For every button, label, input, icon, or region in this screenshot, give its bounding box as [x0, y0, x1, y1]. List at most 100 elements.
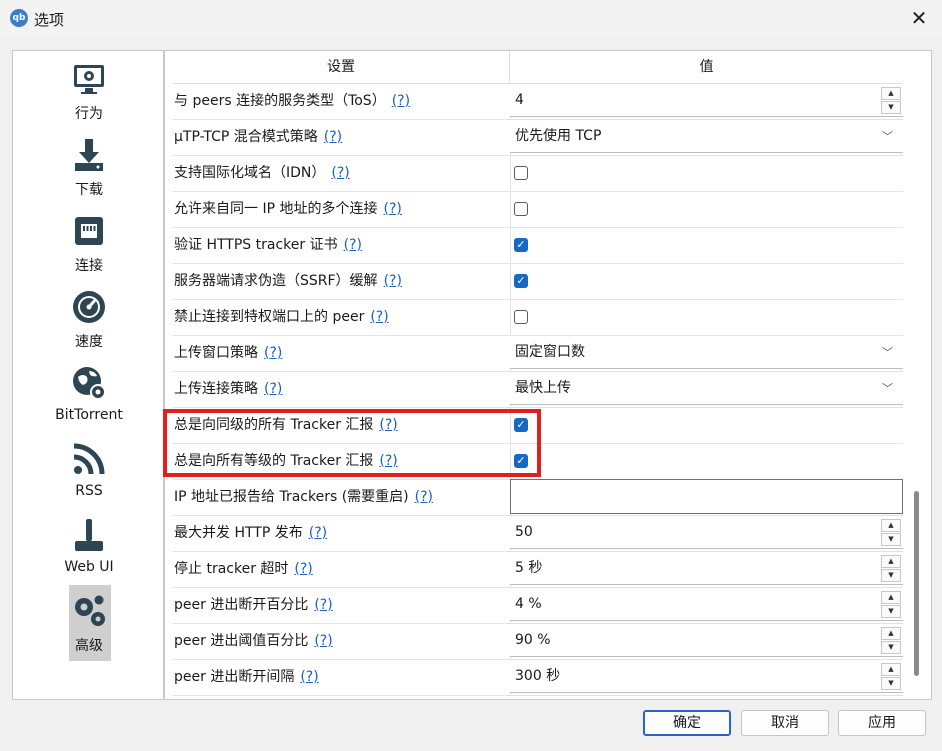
spin-up-icon[interactable]: ▲ — [881, 663, 901, 676]
dropdown-select[interactable]: 固定窗口数 ﹀ — [510, 336, 903, 369]
table-row: μTP-TCP 混合模式策略 (?) 优先使用 TCP ﹀ — [173, 119, 903, 156]
help-link[interactable]: (?) — [383, 201, 401, 217]
sidebar-item-4[interactable]: BitTorrent — [13, 363, 165, 437]
setting-label: peer 进出断开百分比 — [174, 597, 309, 613]
ok-button[interactable]: 确定 — [643, 710, 731, 736]
spin-up-icon[interactable]: ▲ — [881, 87, 901, 100]
spin-up-icon[interactable]: ▲ — [881, 555, 901, 568]
setting-name-cell: peer 进出阈值百分比 (?) — [173, 623, 511, 659]
checkbox[interactable]: ✓ — [514, 238, 528, 252]
setting-name-cell: 停止 tracker 超时 (?) — [173, 551, 511, 587]
sidebar-item-3[interactable]: 速度 — [13, 287, 165, 361]
setting-label: 上传连接策略 — [174, 381, 258, 397]
checkbox[interactable] — [514, 166, 528, 180]
help-link[interactable]: (?) — [264, 381, 282, 397]
spinbox-arrows: ▲ ▼ — [881, 663, 901, 690]
spin-down-icon[interactable]: ▼ — [881, 533, 901, 546]
table-row: 服务器端请求伪造（SSRF）缓解 (?) ✓ — [173, 263, 903, 300]
setting-label: 上传窗口策略 — [174, 345, 258, 361]
setting-value-cell: ✓ — [510, 407, 903, 443]
spin-down-icon[interactable]: ▼ — [881, 605, 901, 618]
setting-label: 验证 HTTPS tracker 证书 — [174, 237, 338, 253]
dropdown-select[interactable]: 最快上传 ﹀ — [510, 372, 903, 405]
number-spinbox[interactable]: 4 ▲ ▼ — [510, 84, 903, 117]
download-icon — [69, 135, 109, 175]
spin-down-icon[interactable]: ▼ — [881, 101, 901, 114]
close-button[interactable]: ✕ — [908, 7, 930, 29]
checkbox[interactable]: ✓ — [514, 274, 528, 288]
checkbox[interactable] — [514, 310, 528, 324]
qbittorrent-logo-icon: qb — [10, 9, 28, 27]
vertical-scrollbar[interactable] — [907, 51, 925, 699]
sidebar-item-label: 连接 — [75, 258, 103, 274]
setting-name-cell: 禁止连接到特权端口上的 peer (?) — [173, 299, 511, 335]
table-row: 与 peers 连接的服务类型（ToS） (?) 4 ▲ ▼ — [173, 83, 903, 120]
setting-name-cell: 上传连接策略 (?) — [173, 371, 511, 407]
help-link[interactable]: (?) — [314, 597, 332, 613]
number-spinbox[interactable]: 300 秒 ▲ ▼ — [510, 660, 903, 693]
table-row: 允许来自同一 IP 地址的多个连接 (?) — [173, 191, 903, 228]
table-row: 支持国际化域名（IDN） (?) — [173, 155, 903, 192]
setting-name-cell: peer 进出断开百分比 (?) — [173, 587, 511, 623]
help-link[interactable]: (?) — [392, 93, 410, 109]
checkbox[interactable] — [514, 202, 528, 216]
setting-name-cell: 上传窗口策略 (?) — [173, 335, 511, 371]
spin-up-icon[interactable]: ▲ — [881, 627, 901, 640]
help-link[interactable]: (?) — [344, 237, 362, 253]
monitor-gear-icon — [69, 59, 109, 99]
setting-name-cell: 支持国际化域名（IDN） (?) — [173, 155, 511, 191]
help-link[interactable]: (?) — [294, 561, 312, 577]
ip-address-input[interactable] — [510, 479, 903, 514]
setting-name-cell: 服务器端请求伪造（SSRF）缓解 (?) — [173, 263, 511, 299]
spin-down-icon[interactable]: ▼ — [881, 677, 901, 690]
help-link[interactable]: (?) — [309, 525, 327, 541]
setting-value-cell: ✓ — [510, 227, 903, 263]
setting-name-cell: 与 peers 连接的服务类型（ToS） (?) — [173, 83, 511, 119]
table-row: IP 地址已报告给 Trackers (需要重启) (?) — [173, 479, 903, 516]
options-sidebar: 行为下载连接速度 BitTorrent RSS Web UI 高级 — [12, 50, 164, 700]
scrollbar-thumb[interactable] — [914, 491, 919, 676]
table-row: 上传窗口策略 (?) 固定窗口数 ﹀ — [173, 335, 903, 372]
setting-value-cell: 4 ▲ ▼ — [510, 83, 903, 119]
dropdown-select[interactable]: 优先使用 TCP ﹀ — [510, 120, 903, 153]
sidebar-item-2[interactable]: 连接 — [13, 211, 165, 285]
rss-icon — [69, 439, 109, 479]
setting-name-cell: 验证 HTTPS tracker 证书 (?) — [173, 227, 511, 263]
spinbox-arrows: ▲ ▼ — [881, 555, 901, 582]
spinbox-value: 50 — [515, 524, 533, 540]
column-header-value[interactable]: 值 — [510, 51, 903, 83]
spinbox-arrows: ▲ ▼ — [881, 519, 901, 546]
spin-up-icon[interactable]: ▲ — [881, 519, 901, 532]
cancel-button[interactable]: 取消 — [741, 710, 829, 736]
number-spinbox[interactable]: 4 % ▲ ▼ — [510, 588, 903, 621]
help-link[interactable]: (?) — [370, 309, 388, 325]
help-link[interactable]: (?) — [300, 669, 318, 685]
number-spinbox[interactable]: 90 % ▲ ▼ — [510, 624, 903, 657]
spinbox-value: 4 % — [515, 596, 542, 612]
apply-button[interactable]: 应用 — [838, 710, 926, 736]
sidebar-item-7[interactable]: 高级 — [13, 585, 165, 665]
help-link[interactable]: (?) — [314, 633, 332, 649]
setting-value-cell: 4 % ▲ ▼ — [510, 587, 903, 623]
help-link[interactable]: (?) — [264, 345, 282, 361]
column-header-setting[interactable]: 设置 — [173, 51, 510, 83]
spin-down-icon[interactable]: ▼ — [881, 569, 901, 582]
dropdown-value: 固定窗口数 — [515, 344, 585, 360]
spin-down-icon[interactable]: ▼ — [881, 641, 901, 654]
help-link[interactable]: (?) — [384, 273, 402, 289]
title-bar: qb 选项 ✕ — [0, 0, 942, 38]
help-link[interactable]: (?) — [331, 165, 349, 181]
sidebar-item-5[interactable]: RSS — [13, 439, 165, 513]
number-spinbox[interactable]: 5 秒 ▲ ▼ — [510, 552, 903, 585]
sidebar-item-6[interactable]: Web UI — [13, 515, 165, 589]
sidebar-item-1[interactable]: 下载 — [13, 135, 165, 209]
spin-up-icon[interactable]: ▲ — [881, 591, 901, 604]
sidebar-item-0[interactable]: 行为 — [13, 59, 165, 133]
spinbox-arrows: ▲ ▼ — [881, 591, 901, 618]
help-link[interactable]: (?) — [415, 489, 433, 505]
sidebar-item-label: 行为 — [75, 106, 103, 122]
number-spinbox[interactable]: 50 ▲ ▼ — [510, 516, 903, 549]
help-link[interactable]: (?) — [324, 129, 342, 145]
chevron-down-icon: ﹀ — [882, 130, 893, 143]
setting-value-cell: 固定窗口数 ﹀ — [510, 335, 903, 371]
